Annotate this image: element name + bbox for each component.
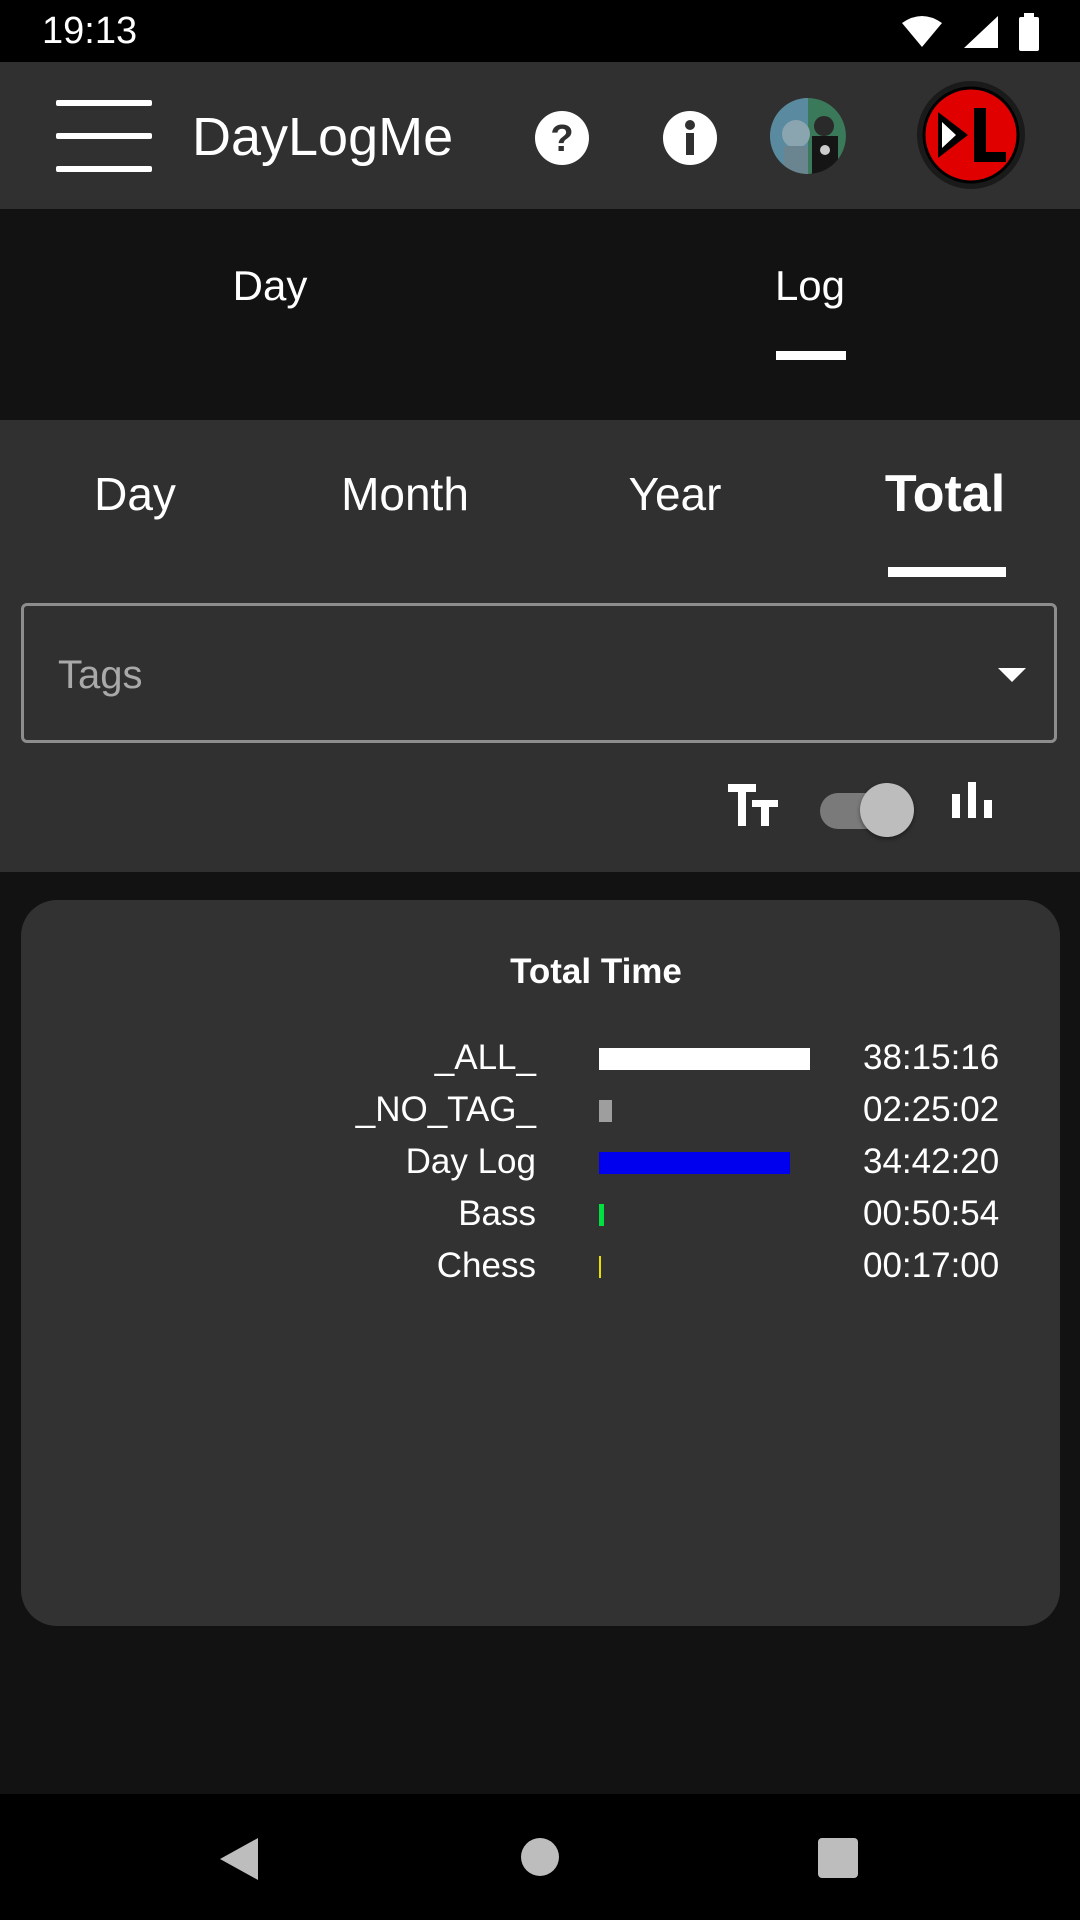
view-toggle[interactable] <box>818 783 914 839</box>
subtab-total[interactable]: Total <box>810 466 1080 522</box>
svg-text:?: ? <box>550 118 573 160</box>
app-logo[interactable] <box>916 80 1026 190</box>
app-title: DayLogMe <box>192 107 454 167</box>
subtab-year[interactable]: Year <box>540 466 810 522</box>
tab-day[interactable]: Day <box>0 261 540 311</box>
tab-log[interactable]: Log <box>540 261 1080 311</box>
row-label: _NO_TAG_ <box>355 1090 536 1129</box>
row-bar <box>599 1204 604 1226</box>
dropdown-arrow-icon[interactable] <box>998 668 1026 682</box>
subtab-day[interactable]: Day <box>0 466 270 522</box>
recents-icon[interactable] <box>818 1838 858 1878</box>
info-icon[interactable] <box>662 110 718 166</box>
help-icon[interactable]: ? <box>534 110 590 166</box>
battery-icon <box>1019 13 1039 51</box>
row-value: 02:25:02 <box>863 1090 1000 1129</box>
bar-chart-icon[interactable] <box>950 780 994 820</box>
row-value: 38:15:16 <box>863 1038 1000 1077</box>
tab-log-indicator <box>776 351 846 360</box>
tags-select[interactable] <box>21 603 1057 743</box>
avatar[interactable] <box>770 98 846 174</box>
row-value: 00:50:54 <box>863 1194 1000 1233</box>
row-value: 34:42:20 <box>863 1142 1000 1181</box>
row-bar <box>599 1048 810 1070</box>
subtab-total-indicator <box>888 567 1006 577</box>
status-time: 19:13 <box>42 10 138 52</box>
cell-signal-icon <box>964 16 998 48</box>
back-icon[interactable] <box>218 1836 260 1882</box>
row-label: Day Log <box>405 1142 536 1181</box>
row-label: Bass <box>458 1194 536 1233</box>
main-tabs: Day Log <box>0 209 1080 420</box>
row-bar <box>599 1256 601 1278</box>
tags-placeholder: Tags <box>58 653 143 697</box>
status-icons <box>900 12 1040 52</box>
row-value: 00:17:00 <box>863 1246 1000 1285</box>
row-bar <box>599 1100 612 1122</box>
text-size-icon[interactable] <box>726 782 780 828</box>
row-label: Chess <box>436 1246 536 1285</box>
wifi-icon <box>902 16 942 47</box>
row-label: _ALL_ <box>434 1038 536 1077</box>
toggle-thumb <box>860 783 914 837</box>
menu-icon[interactable] <box>56 100 152 174</box>
subtab-month[interactable]: Month <box>270 466 540 522</box>
home-icon[interactable] <box>521 1838 559 1876</box>
card-title: Total Time <box>510 952 682 991</box>
row-bar <box>599 1152 790 1174</box>
